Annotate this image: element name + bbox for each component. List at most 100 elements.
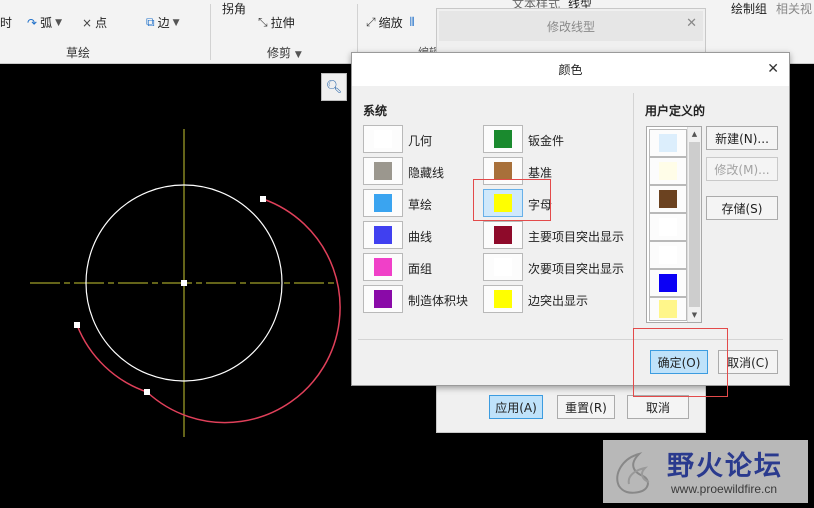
color-chip	[374, 226, 392, 244]
arc-endpoint-handle[interactable]	[144, 389, 150, 395]
swatch-sheetmetal[interactable]	[483, 125, 523, 153]
edge-icon: ⧉	[146, 15, 155, 29]
arc-label: 弧	[40, 16, 53, 30]
swatch-sketch[interactable]	[363, 189, 403, 217]
color-chip	[374, 130, 392, 148]
user-color-cell[interactable]	[649, 213, 687, 241]
color-chip	[659, 246, 677, 264]
swatch-label: 几何	[408, 134, 433, 148]
circle-center-handle[interactable]	[181, 280, 187, 286]
color-chip	[494, 258, 512, 276]
swatch-label: 主要项目突出显示	[528, 230, 625, 244]
scale-icon: ⤢	[366, 15, 376, 29]
color-chip	[494, 290, 512, 308]
swatch-label: 面组	[408, 262, 433, 276]
ribbon-related-view-button[interactable]: 相关视	[776, 0, 812, 17]
ribbon-arc-button[interactable]: ↷ 弧 ▼	[27, 14, 62, 31]
color-chip	[374, 258, 392, 276]
color-chip	[374, 162, 392, 180]
swatch-label: 边突出显示	[528, 294, 589, 308]
user-color-cell[interactable]	[649, 297, 687, 321]
swatch-label: 钣金件	[528, 134, 565, 148]
scroll-up-icon[interactable]: ▲	[688, 127, 701, 141]
arc-icon: ↷	[27, 15, 38, 30]
swatch-quilt[interactable]	[363, 253, 403, 281]
user-color-cell[interactable]	[649, 129, 687, 157]
color-chip	[659, 134, 677, 152]
scroll-thumb[interactable]	[689, 142, 700, 307]
swatch-label: 隐藏线	[408, 166, 445, 180]
chevron-down-icon: ▼	[172, 17, 180, 28]
edge-label: 边	[157, 16, 170, 30]
scroll-down-icon[interactable]: ▼	[688, 308, 701, 322]
reset-button[interactable]: 重置(R)	[557, 395, 615, 419]
new-color-button[interactable]: 新建(N)...	[706, 126, 778, 150]
color-chip	[659, 190, 677, 208]
modify-color-button[interactable]: 修改(M)...	[706, 157, 778, 181]
highlight-box	[473, 179, 551, 221]
color-chip	[374, 194, 392, 212]
cut-label: 时	[0, 16, 13, 30]
linetype-cancel-button[interactable]: 取消	[627, 395, 689, 419]
user-color-list[interactable]: ▲ ▼	[646, 126, 702, 323]
swatch-geometry[interactable]	[363, 125, 403, 153]
user-list-scrollbar[interactable]: ▲ ▼	[687, 127, 701, 322]
color-chip	[659, 218, 677, 236]
user-color-cell[interactable]	[649, 241, 687, 269]
swatch-hidden-line[interactable]	[363, 157, 403, 185]
swatch-curve[interactable]	[363, 221, 403, 249]
user-color-cell[interactable]	[649, 269, 687, 297]
ribbon-stretch-button[interactable]: ⤡ 拉伸	[258, 14, 295, 31]
swatch-secondary-highlight[interactable]	[483, 253, 523, 281]
section-divider	[633, 93, 634, 337]
sketch-arc-lower[interactable]	[76, 324, 148, 393]
close-icon[interactable]: ✕	[686, 16, 697, 31]
scale-label: 缩放	[378, 16, 403, 30]
ribbon-point-button[interactable]: × 点	[82, 14, 107, 31]
ribbon-cut-button[interactable]: 时	[0, 14, 12, 31]
arc-endpoint-handle[interactable]	[260, 196, 266, 202]
swatch-label: 制造体积块	[408, 294, 469, 308]
close-icon[interactable]: ✕	[767, 61, 779, 77]
highlight-box	[633, 328, 728, 397]
mirror-icon: ⫴	[409, 15, 415, 29]
system-section-label: 系统	[363, 104, 388, 118]
swatch-primary-highlight[interactable]	[483, 221, 523, 249]
ribbon-edge-button[interactable]: ⧉ 边 ▼	[146, 14, 180, 31]
fire-logo-icon	[616, 452, 650, 494]
color-chip	[659, 162, 677, 180]
chevron-down-icon: ▼	[294, 50, 302, 60]
linetype-dialog-title: 修改线型	[439, 11, 703, 41]
ribbon-draw-group-button[interactable]: 绘制组	[731, 0, 767, 17]
ribbon-separator	[210, 4, 211, 60]
color-chip	[494, 162, 512, 180]
color-chip	[494, 226, 512, 244]
color-dialog-title: 颜色	[558, 63, 583, 77]
stretch-label: 拉伸	[270, 16, 295, 30]
color-chip	[659, 300, 677, 318]
user-color-cell[interactable]	[649, 185, 687, 213]
swatch-mfg-volume[interactable]	[363, 285, 403, 313]
save-color-button[interactable]: 存储(S)	[706, 196, 778, 220]
ribbon-scale-button[interactable]: ⤢ 缩放 ⫴	[366, 14, 415, 31]
color-dialog-titlebar: 颜色	[352, 53, 789, 86]
watermark-url: www.proewildfire.cn	[671, 482, 778, 496]
stretch-icon: ⤡	[258, 15, 268, 29]
watermark: 野火论坛 www.proewildfire.cn	[603, 440, 808, 503]
group-label-sketch: 草绘	[66, 46, 91, 60]
corner-label: 拐角	[222, 2, 247, 16]
chevron-down-icon: ▼	[55, 17, 62, 28]
color-chip	[659, 274, 677, 292]
point-label: 点	[95, 16, 108, 30]
swatch-edge-highlight[interactable]	[483, 285, 523, 313]
swatch-label: 次要项目突出显示	[528, 262, 625, 276]
apply-button[interactable]: 应用(A)	[489, 395, 543, 419]
user-color-cell[interactable]	[649, 157, 687, 185]
user-defined-section-label: 用户定义的	[645, 104, 706, 118]
color-chip	[374, 290, 392, 308]
group-label-trim: 修剪 ▼	[267, 46, 302, 60]
sketch-arc[interactable]	[146, 198, 341, 424]
arc-endpoint-handle[interactable]	[74, 322, 80, 328]
zoom-button[interactable]: 🔍︎	[321, 73, 347, 101]
ribbon-corner-button[interactable]: 拐角	[222, 0, 246, 17]
